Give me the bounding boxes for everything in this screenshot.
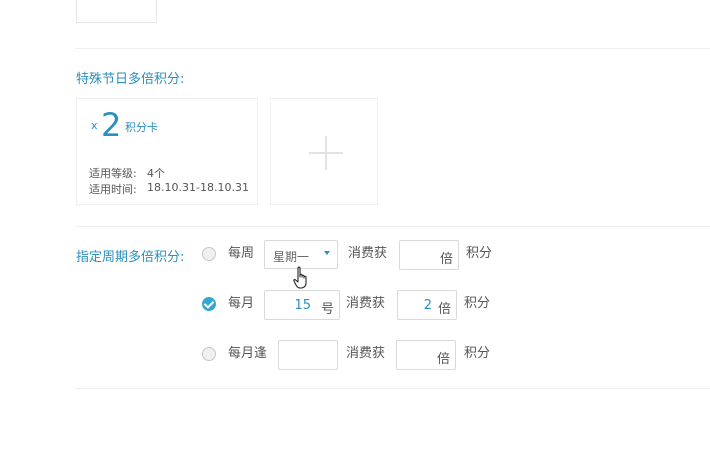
add-card-button[interactable] (270, 98, 378, 205)
multiplier-value: 2 (101, 106, 122, 144)
previous-card-partial (76, 0, 157, 23)
weekly-consume-label: 消费获 (348, 246, 388, 261)
weekly-multiple-input[interactable]: 倍 (399, 240, 459, 270)
monthly-multiple-unit: 倍 (437, 302, 451, 317)
monthly-every-input[interactable] (278, 340, 338, 370)
level-value: 4个 (147, 167, 165, 180)
monthly-consume-label: 消费获 (346, 296, 386, 311)
monthly-every-label: 每月逢 (228, 346, 268, 361)
monthly-day-input[interactable]: 15 号 (264, 290, 340, 320)
monthly-every-points-label: 积分 (464, 346, 491, 361)
monthly-every-radio[interactable] (202, 347, 216, 361)
points-card[interactable]: x 2 积分卡 适用等级: 4个 适用时间: 18.10.31-18.10.31 (76, 98, 258, 205)
monthly-day-unit: 号 (320, 302, 334, 317)
divider (75, 226, 710, 227)
weekly-label: 每周 (228, 246, 255, 261)
card-label: 积分卡 (125, 121, 158, 134)
level-label: 适用等级: (89, 167, 137, 180)
time-label: 适用时间: (89, 183, 137, 196)
divider (75, 48, 710, 49)
monthly-multiple-value: 2 (423, 298, 432, 313)
monthly-points-label: 积分 (464, 296, 491, 311)
special-holiday-title: 特殊节日多倍积分: (76, 72, 185, 87)
weekday-select-value: 星期一 (273, 250, 310, 264)
multiplier-prefix: x (91, 119, 98, 132)
weekday-select[interactable]: 星期一 (264, 240, 338, 269)
hand-cursor-icon (293, 266, 307, 289)
monthly-radio[interactable] (202, 297, 216, 311)
weekly-radio[interactable] (202, 247, 216, 261)
divider (75, 388, 710, 389)
monthly-every-multiple-input[interactable]: 倍 (396, 340, 456, 370)
period-title: 指定周期多倍积分: (76, 250, 185, 265)
chevron-down-icon (324, 251, 330, 255)
weekly-points-label: 积分 (466, 246, 493, 261)
monthly-every-multiple-unit: 倍 (436, 352, 450, 367)
monthly-label: 每月 (228, 296, 255, 311)
time-value: 18.10.31-18.10.31 (147, 181, 249, 194)
monthly-day-value: 15 (294, 298, 311, 313)
monthly-multiple-input[interactable]: 2 倍 (397, 290, 457, 320)
weekly-multiple-unit: 倍 (439, 252, 453, 267)
monthly-every-consume-label: 消费获 (346, 346, 386, 361)
